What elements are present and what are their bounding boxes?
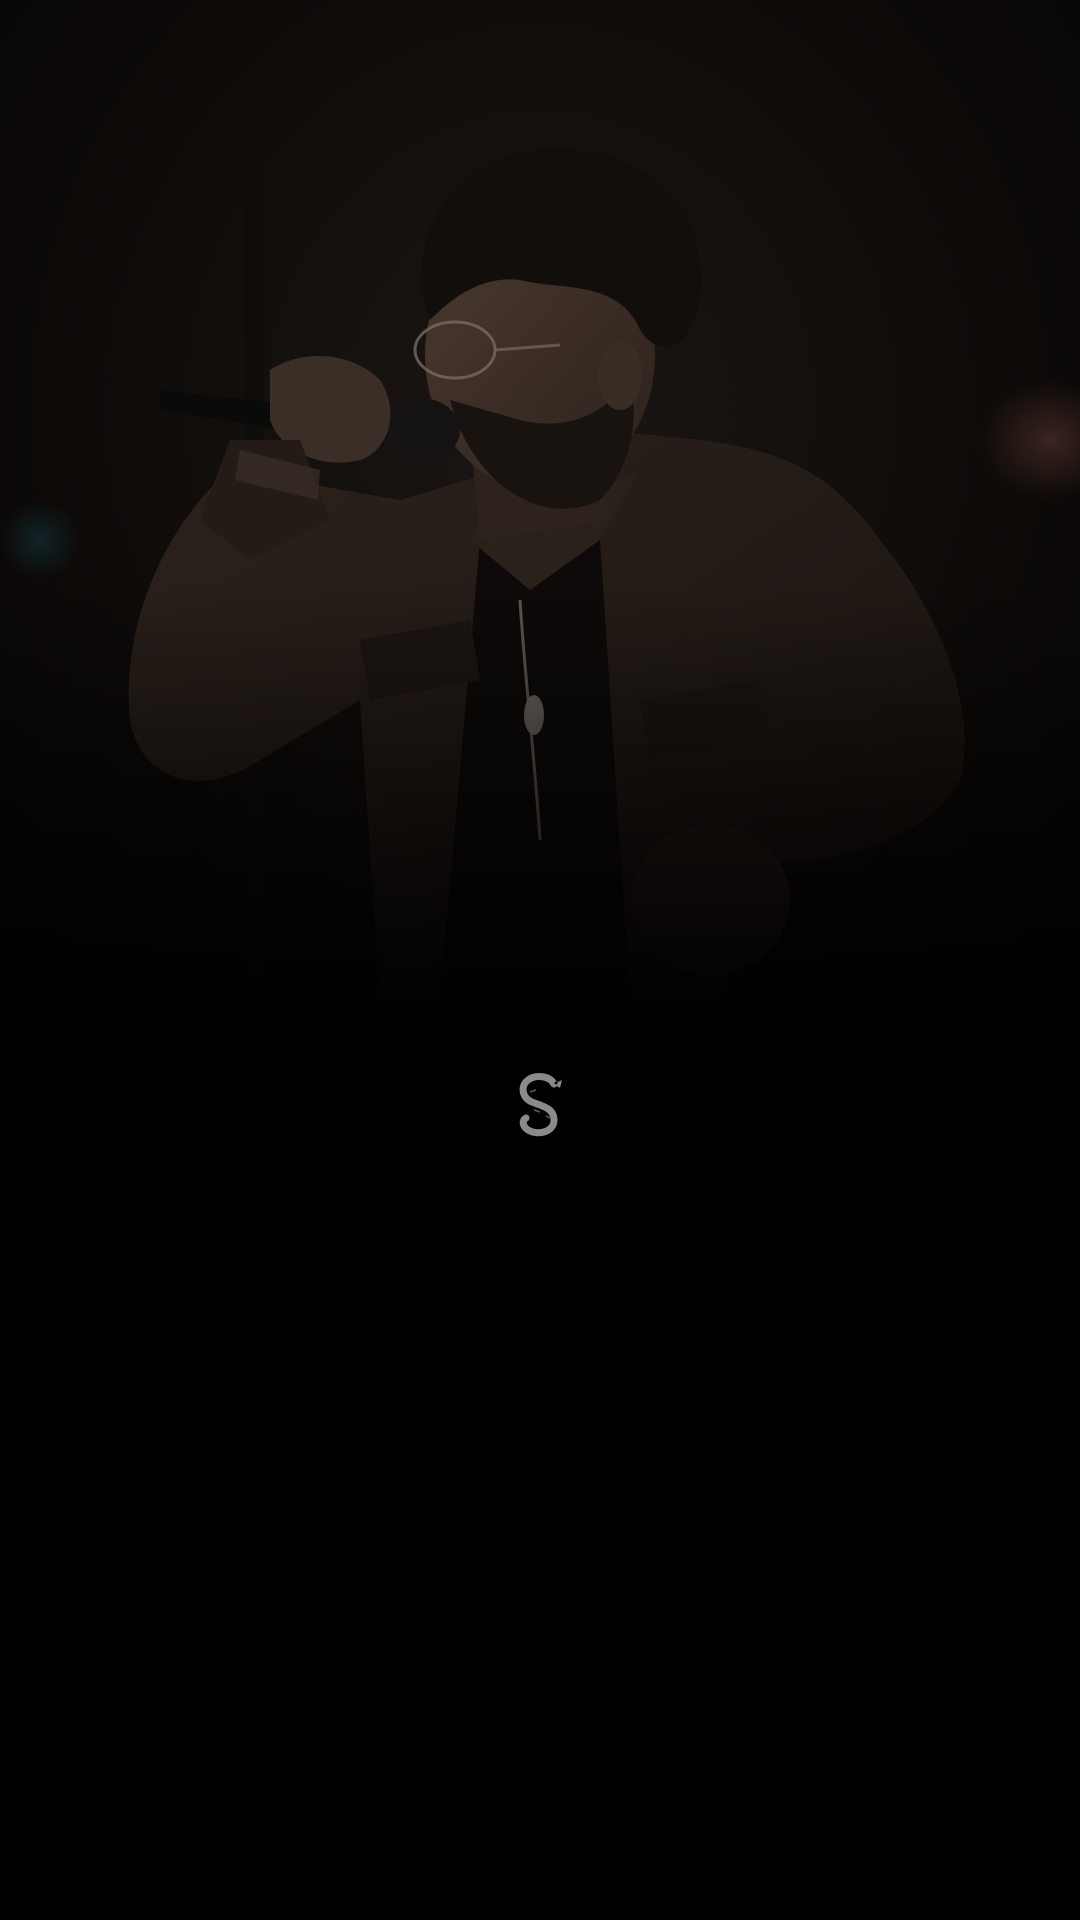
splash-screen	[0, 0, 1080, 1920]
hero-photo	[0, 0, 1080, 1160]
serpent-s-logo-icon	[510, 1070, 570, 1140]
empty-content-area	[0, 1160, 1080, 1920]
performer-photo	[0, 0, 1080, 1160]
